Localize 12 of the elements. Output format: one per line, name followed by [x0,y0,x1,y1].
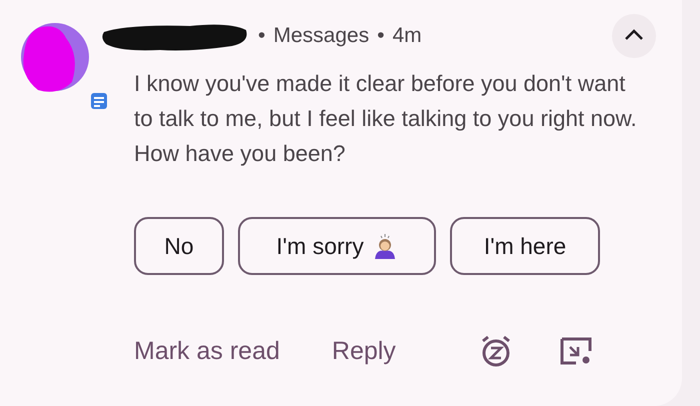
message-text: I know you've made it clear before you don't want to talk to me, but I feel like talking to you right now. How have you been? [134,70,638,168]
timestamp: 4m [392,24,422,48]
smart-reply-chip[interactable]: No [134,217,224,275]
separator: • [258,24,266,48]
app-name: Messages [273,24,370,48]
action-link[interactable]: Mark as read [134,336,280,366]
action-link[interactable]: Reply [332,336,396,366]
smart-reply-chip[interactable]: I'm sorry [238,217,436,275]
separator: • [377,24,384,48]
collapse-button[interactable] [612,14,656,58]
smart-reply-chip[interactable]: I'm here [450,217,600,275]
message-badge-icon [90,92,108,110]
